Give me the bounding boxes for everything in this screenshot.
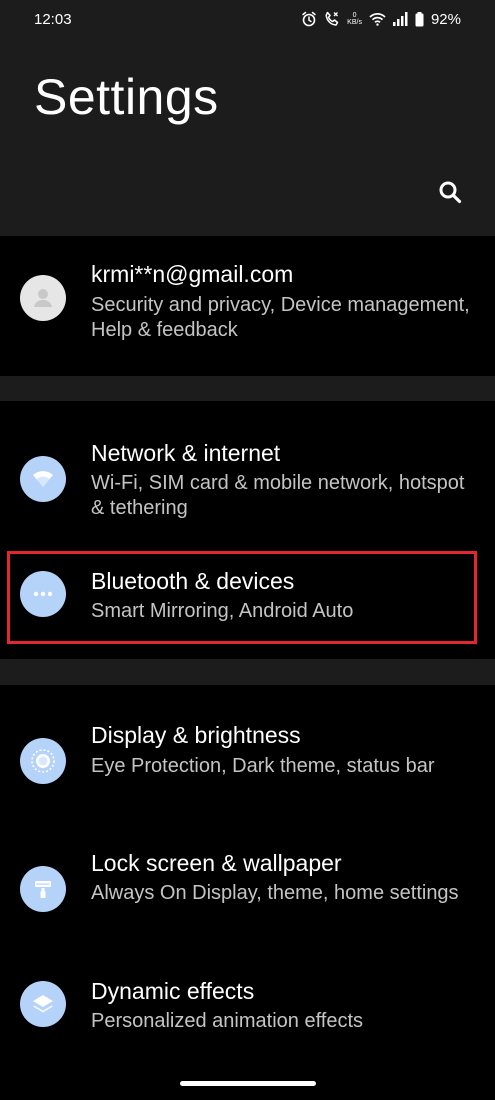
status-bar: 12:03 0 KB/s 92% bbox=[0, 0, 495, 40]
highlight-box bbox=[7, 551, 477, 644]
paint-roller-icon bbox=[35, 881, 51, 898]
section-divider bbox=[0, 659, 495, 685]
settings-item-display[interactable]: Display & brightness Eye Protection, Dar… bbox=[0, 685, 495, 825]
account-row[interactable]: krmi**n@gmail.com Security and privacy, … bbox=[0, 236, 495, 376]
speed-unit: KB/s bbox=[347, 19, 362, 26]
brightness-icon bbox=[31, 749, 55, 773]
page-title: Settings bbox=[34, 69, 219, 125]
avatar-icon bbox=[34, 289, 52, 307]
speed-value: 0 bbox=[352, 12, 357, 19]
settings-item-lock-screen[interactable]: Lock screen & wallpaper Always On Displa… bbox=[0, 825, 495, 955]
gesture-nav-handle[interactable] bbox=[180, 1081, 316, 1086]
network-speed: 0 KB/s bbox=[347, 12, 362, 26]
section-divider bbox=[0, 376, 495, 401]
account-email: krmi**n@gmail.com bbox=[91, 261, 294, 287]
call-icon bbox=[324, 11, 340, 27]
signal-icon bbox=[392, 12, 408, 26]
wifi-status-icon bbox=[369, 12, 386, 26]
item-subtitle: Always On Display, theme, home settings bbox=[91, 882, 459, 904]
network-icon-badge bbox=[20, 456, 66, 502]
battery-icon bbox=[415, 11, 424, 27]
layers-icon bbox=[33, 995, 53, 1013]
settings-item-network[interactable]: Network & internet Wi-Fi, SIM card & mob… bbox=[0, 401, 495, 547]
search-icon bbox=[439, 181, 462, 204]
account-subtitle: Security and privacy, Device management,… bbox=[91, 294, 470, 341]
settings-item-dynamic-effects[interactable]: Dynamic effects Personalized animation e… bbox=[0, 955, 495, 1055]
wifi-icon bbox=[33, 471, 53, 487]
search-button[interactable] bbox=[432, 174, 468, 210]
item-subtitle: Eye Protection, Dark theme, status bar bbox=[91, 755, 435, 777]
settings-header: Settings bbox=[0, 40, 495, 236]
item-title: Dynamic effects bbox=[91, 978, 255, 1004]
item-title: Network & internet bbox=[91, 440, 281, 466]
item-subtitle: Wi-Fi, SIM card & mobile network, hotspo… bbox=[91, 472, 465, 519]
battery-percent: 92% bbox=[430, 10, 461, 28]
display-icon-badge bbox=[20, 738, 66, 784]
item-title: Lock screen & wallpaper bbox=[91, 850, 342, 876]
item-subtitle: Personalized animation effects bbox=[91, 1010, 364, 1032]
item-title: Display & brightness bbox=[91, 722, 301, 748]
status-icons: 0 KB/s 92% bbox=[301, 9, 461, 29]
avatar bbox=[20, 275, 66, 321]
dynamic-effects-icon-badge bbox=[20, 981, 66, 1027]
status-time: 12:03 bbox=[34, 11, 72, 28]
alarm-icon bbox=[301, 11, 317, 27]
lock-screen-icon-badge bbox=[20, 866, 66, 912]
